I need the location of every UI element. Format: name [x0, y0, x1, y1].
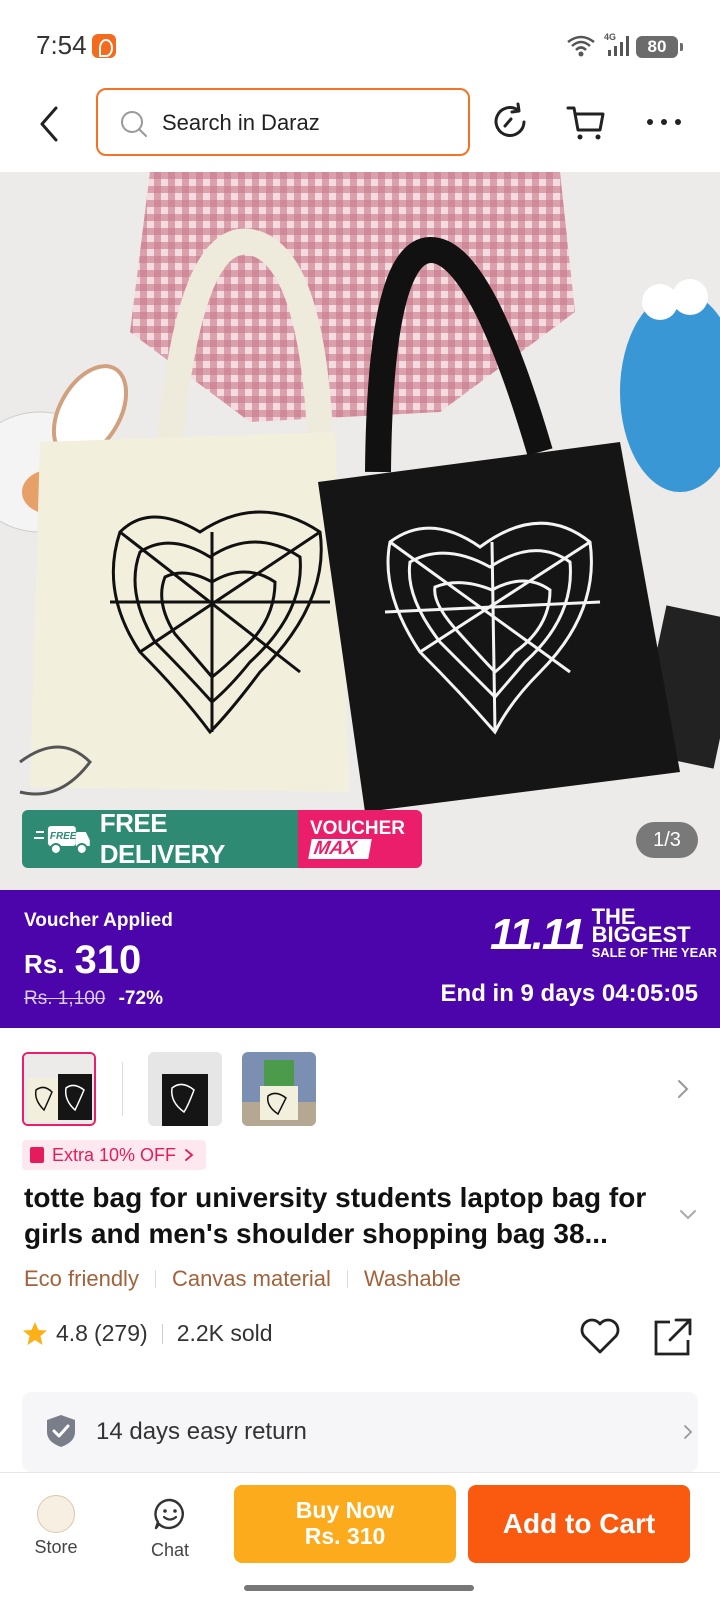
delivery-voucher-banner: FREE FREE DELIVERY VOUCHER MAX: [22, 810, 422, 868]
back-arrow-icon[interactable]: [30, 102, 70, 146]
price-currency: Rs.: [24, 949, 65, 979]
chat-button[interactable]: Chat: [130, 1495, 210, 1561]
thumbnail-divider: [122, 1062, 123, 1116]
product-tags: Eco friendly Canvas material Washable: [24, 1266, 461, 1292]
flash-price-banner: Voucher Applied Rs. 310 Rs. 1,100 -72% 1…: [0, 890, 720, 1028]
extra-discount-label: Extra 10% OFF: [52, 1144, 177, 1165]
tag-washable: Washable: [363, 1266, 461, 1291]
chevron-right-icon[interactable]: [674, 1078, 692, 1100]
sale-logo: 11.11 THE BIGGEST SALE OF THE YEAR: [490, 904, 720, 962]
buy-now-button[interactable]: Buy Now Rs. 310: [234, 1485, 456, 1563]
add-to-cart-button[interactable]: Add to Cart: [468, 1485, 690, 1563]
price: Rs. 310: [24, 938, 141, 983]
delivery-truck-icon: FREE: [34, 826, 90, 855]
discount-percent: -72%: [118, 988, 163, 1009]
home-indicator[interactable]: [244, 1585, 474, 1591]
store-avatar: [37, 1495, 75, 1533]
network-type-label: 4G: [604, 32, 616, 42]
original-price-row: Rs. 1,100 -72%: [24, 988, 163, 1010]
tag-separator: [346, 1270, 348, 1288]
tag-eco-friendly: Eco friendly: [24, 1266, 139, 1291]
sold-count: 2.2K sold: [176, 1320, 273, 1346]
thumbnail-2[interactable]: [148, 1052, 222, 1126]
sale-number: 11.11: [490, 910, 586, 959]
chevron-right-icon: [684, 1425, 693, 1439]
voucher-tag-icon: [30, 1147, 44, 1163]
chat-label: Chat: [150, 1540, 190, 1560]
product-image-gallery[interactable]: FREE FREE DELIVERY VOUCHER MAX 1/3: [0, 172, 720, 890]
thumbnail-strip: [0, 1048, 720, 1128]
extra-discount-tag[interactable]: Extra 10% OFF: [22, 1140, 207, 1170]
countdown-timer: End in 9 days 04:05:05: [440, 980, 698, 1007]
rating-row[interactable]: 4.8 (279) 2.2K sold: [22, 1320, 273, 1347]
cell-signal-icon: 4G: [604, 32, 629, 56]
chat-icon: [154, 1498, 184, 1530]
price-value: 310: [74, 938, 142, 982]
voucher-applied-label: Voucher Applied: [24, 910, 173, 931]
free-delivery-badge: FREE FREE DELIVERY: [22, 810, 298, 868]
product-photo: [0, 172, 720, 890]
tag-canvas-material: Canvas material: [171, 1266, 331, 1291]
chevron-down-icon[interactable]: [678, 1208, 698, 1222]
wifi-icon: [567, 35, 595, 57]
heart-icon[interactable]: [578, 1316, 622, 1356]
original-price: Rs. 1,100: [24, 988, 106, 1009]
store-button[interactable]: Store: [16, 1495, 96, 1558]
history-icon[interactable]: [488, 100, 532, 144]
voucher-label: VOUCHER: [310, 818, 406, 839]
shield-check-icon: [47, 1415, 75, 1447]
search-placeholder: Search in Daraz: [162, 110, 320, 135]
cart-icon[interactable]: [564, 100, 608, 144]
more-options-icon[interactable]: [642, 100, 686, 144]
product-title: totte bag for university students laptop…: [24, 1182, 647, 1249]
voucher-max-label: MAX: [308, 838, 372, 859]
search-icon: [121, 111, 147, 137]
battery-indicator: 80: [636, 36, 683, 58]
review-count: (279): [93, 1320, 148, 1346]
thumbnail-1[interactable]: [22, 1052, 96, 1126]
free-delivery-label: FREE DELIVERY: [99, 810, 226, 868]
star-icon: [23, 1321, 47, 1345]
rating-score: 4.8: [56, 1320, 88, 1346]
thumbnail-3[interactable]: [242, 1052, 316, 1126]
rating-separator: [161, 1323, 163, 1344]
tag-separator: [154, 1270, 156, 1288]
return-policy-row[interactable]: 14 days easy return: [22, 1392, 698, 1472]
image-counter: 1/3: [636, 822, 698, 858]
return-policy-label: 14 days easy return: [96, 1418, 307, 1445]
delivery-truck-label: FREE: [50, 831, 77, 842]
share-icon[interactable]: [652, 1316, 694, 1358]
buy-now-price: Rs. 310: [304, 1523, 386, 1549]
chevron-right-icon: [185, 1149, 194, 1161]
voucher-max-badge: VOUCHER MAX: [298, 810, 422, 868]
search-input[interactable]: Search in Daraz: [96, 88, 470, 156]
bottom-action-bar: Store Chat Buy Now Rs. 310 Add to Cart: [0, 1472, 720, 1600]
header: Search in Daraz: [0, 82, 720, 172]
status-time: 7:54: [36, 30, 87, 60]
sale-headline: THE BIGGEST: [591, 904, 691, 947]
status-bar: 7:54 4G 80: [0, 0, 720, 82]
sale-subline: SALE OF THE YEAR: [591, 945, 718, 960]
buy-now-label: Buy Now: [295, 1497, 395, 1523]
daraz-notification-icon: [92, 34, 116, 58]
store-label: Store: [34, 1537, 78, 1557]
